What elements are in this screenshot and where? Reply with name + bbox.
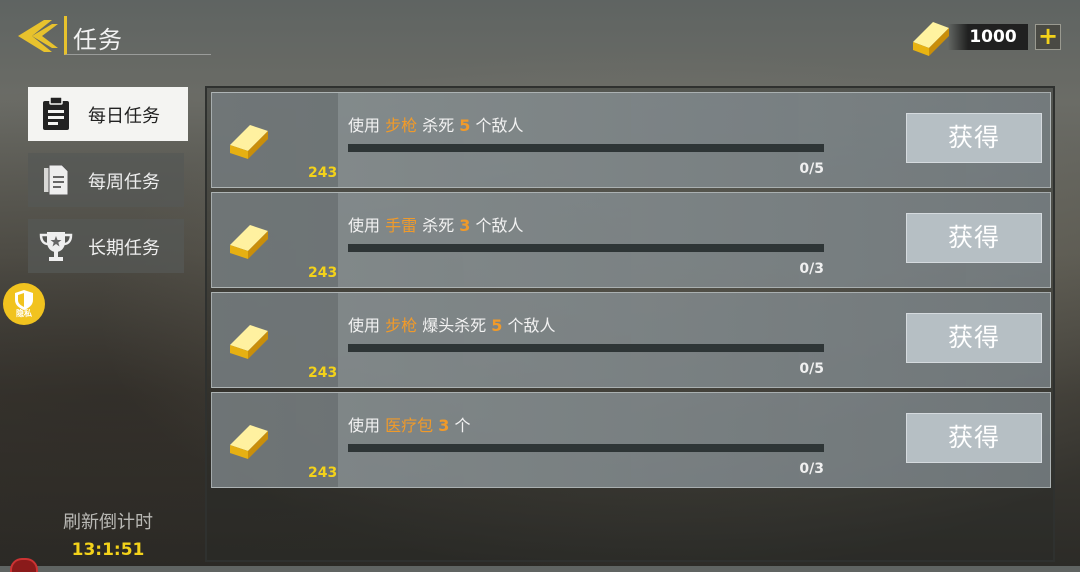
gold-bar-icon xyxy=(230,225,268,259)
task-description: 使用 手雷 杀死 3 个敌人 xyxy=(348,216,524,235)
reward-amount: 243 xyxy=(308,265,338,281)
task-row: 243 使用 医疗包 3 个 0/3 获得 xyxy=(211,392,1051,488)
tab-weekly[interactable]: 每周任务 xyxy=(28,153,184,207)
task-row: 243 使用 步枪 爆头杀死 5 个敌人 0/5 获得 xyxy=(211,292,1051,388)
documents-icon xyxy=(44,164,69,196)
progress-text: 0/5 xyxy=(799,161,824,177)
plus-icon: + xyxy=(1037,22,1059,50)
reward-box: 243 xyxy=(212,393,338,487)
refresh-countdown-label: 刷新倒计时 xyxy=(63,512,153,533)
progress-bar xyxy=(348,344,824,352)
refresh-countdown-time: 13:1:51 xyxy=(71,540,145,560)
back-arrow-icon xyxy=(18,20,58,52)
progress-text: 0/5 xyxy=(799,361,824,377)
trophy-icon xyxy=(39,232,73,261)
progress-text: 0/3 xyxy=(799,461,824,477)
claim-button[interactable]: 获得 xyxy=(906,213,1042,263)
task-description: 使用 步枪 爆头杀死 5 个敌人 xyxy=(348,316,556,335)
gold-amount: 1000 xyxy=(969,27,1017,47)
tab-label: 每日任务 xyxy=(88,106,160,127)
progress-bar xyxy=(348,444,824,452)
reward-box: 243 xyxy=(212,193,338,287)
page-title: 任务 xyxy=(73,26,123,54)
reward-amount: 243 xyxy=(308,465,338,481)
progress-bar xyxy=(348,244,824,252)
task-row: 243 使用 步枪 杀死 5 个敌人 0/5 获得 xyxy=(211,92,1051,188)
claim-button[interactable]: 获得 xyxy=(906,413,1042,463)
reward-box: 243 xyxy=(212,293,338,387)
back-button[interactable] xyxy=(14,16,60,56)
reward-box: 243 xyxy=(212,93,338,187)
add-gold-button[interactable]: + xyxy=(1035,22,1061,50)
progress-bar xyxy=(348,144,824,152)
reward-amount: 243 xyxy=(308,365,338,381)
notification-icon[interactable] xyxy=(10,558,38,572)
claim-button[interactable]: 获得 xyxy=(906,313,1042,363)
tab-label: 长期任务 xyxy=(88,238,160,259)
privacy-label: 隐私 xyxy=(16,309,32,318)
gold-bar-icon xyxy=(907,16,955,56)
progress-text: 0/3 xyxy=(799,261,824,277)
title-bar: 任务 xyxy=(64,16,211,55)
reward-amount: 243 xyxy=(308,165,338,181)
tab-daily[interactable]: 每日任务 xyxy=(28,87,188,141)
clipboard-icon xyxy=(43,96,69,130)
privacy-button[interactable]: 隐私 xyxy=(3,283,45,325)
gold-bar-icon xyxy=(230,125,268,159)
task-list: 243 使用 步枪 杀死 5 个敌人 0/5 获得 243 使用 手雷 杀死 3… xyxy=(205,86,1055,562)
task-description: 使用 步枪 杀死 5 个敌人 xyxy=(348,116,524,135)
gold-bar-icon xyxy=(230,325,268,359)
task-row: 243 使用 手雷 杀死 3 个敌人 0/3 获得 xyxy=(211,192,1051,288)
gold-bar-icon xyxy=(230,425,268,459)
tab-long-term[interactable]: 长期任务 xyxy=(28,219,184,273)
task-description: 使用 医疗包 3 个 xyxy=(348,416,471,435)
claim-button[interactable]: 获得 xyxy=(906,113,1042,163)
tab-label: 每周任务 xyxy=(88,172,160,193)
